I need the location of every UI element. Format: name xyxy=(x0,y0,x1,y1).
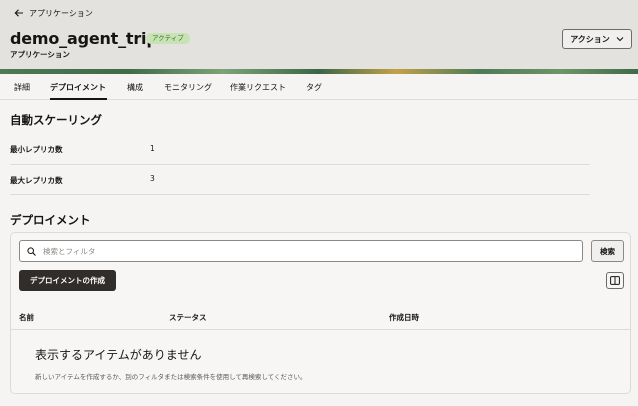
search-icon xyxy=(27,246,36,256)
search-button[interactable]: 検索 xyxy=(591,240,624,262)
column-header-name[interactable]: 名前 xyxy=(19,312,34,323)
page-header: アプリケーション demo_agent_trip アクティブ アプリケーション … xyxy=(0,0,638,72)
status-badge: アクティブ xyxy=(146,33,190,44)
table-header-divider xyxy=(11,329,630,330)
back-to-applications-link[interactable]: アプリケーション xyxy=(14,6,93,20)
tab-deployments[interactable]: デプロイメント xyxy=(50,82,106,93)
tab-configuration[interactable]: 構成 xyxy=(127,82,143,93)
empty-state-title: 表示するアイテムがありません xyxy=(35,348,202,362)
create-deployment-button[interactable]: デプロイメントの作成 xyxy=(19,270,116,291)
search-field[interactable] xyxy=(19,240,583,262)
property-divider xyxy=(10,194,590,195)
max-replicas-label: 最大レプリカ数 xyxy=(10,176,63,185)
tab-work-requests[interactable]: 作業リクエスト xyxy=(230,82,286,93)
manage-columns-button[interactable] xyxy=(606,272,624,289)
back-link-label: アプリケーション xyxy=(29,8,93,18)
tab-bar: 詳細 デプロイメント 構成 モニタリング 作業リクエスト タグ xyxy=(0,74,638,100)
autoscaling-title: 自動スケーリング xyxy=(10,113,102,127)
tab-details[interactable]: 詳細 xyxy=(14,82,30,93)
empty-state-description: 新しいアイテムを作成するか、別のフィルタまたは検索条件を使用して再検索してくださ… xyxy=(35,373,307,381)
search-input[interactable] xyxy=(43,246,563,256)
page-title: demo_agent_trip xyxy=(10,29,158,48)
deployments-panel: 検索 デプロイメントの作成 名前 ステータス 作成日時 表示するアイテムがありま… xyxy=(10,232,631,394)
arrow-left-icon xyxy=(14,9,23,17)
tab-tags[interactable]: タグ xyxy=(306,82,322,93)
deployments-title: デプロイメント xyxy=(10,213,91,227)
actions-button-label: アクション xyxy=(570,34,610,44)
page-subtitle: アプリケーション xyxy=(10,50,70,59)
tab-monitoring[interactable]: モニタリング xyxy=(164,82,212,93)
max-replicas-value: 3 xyxy=(150,174,155,183)
active-tab-indicator xyxy=(50,98,107,100)
chevron-down-icon xyxy=(616,37,624,42)
column-header-created[interactable]: 作成日時 xyxy=(389,312,419,323)
column-header-status[interactable]: ステータス xyxy=(169,312,207,323)
actions-button[interactable]: アクション xyxy=(562,29,632,49)
property-divider xyxy=(10,164,590,165)
columns-icon xyxy=(610,276,620,285)
min-replicas-label: 最小レプリカ数 xyxy=(10,145,63,154)
min-replicas-value: 1 xyxy=(150,144,155,153)
